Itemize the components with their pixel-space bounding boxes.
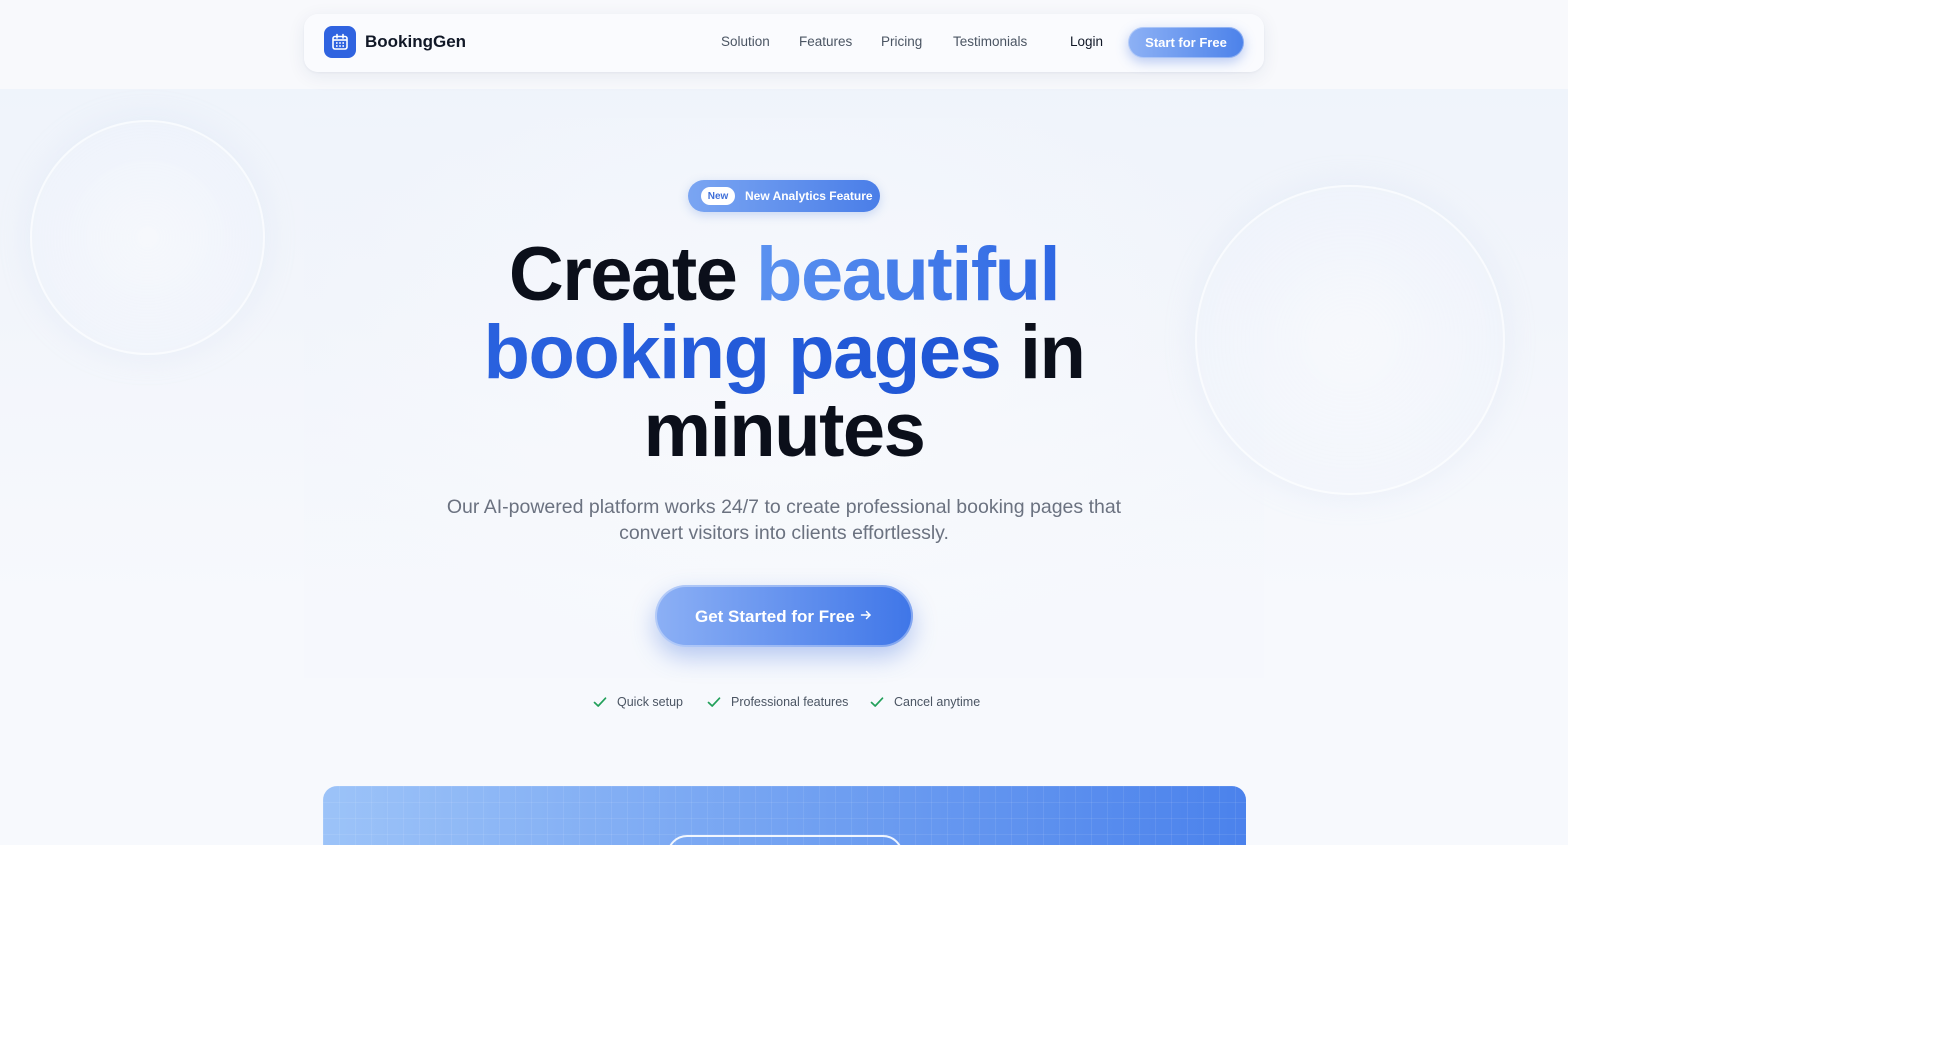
nav-link-solution[interactable]: Solution: [721, 34, 770, 49]
nav-link-testimonials[interactable]: Testimonials: [953, 34, 1027, 49]
hero-subtitle: Our AI-powered platform works 24/7 to cr…: [446, 496, 1122, 544]
check-label: Cancel anytime: [894, 695, 981, 709]
get-started-button[interactable]: Get Started for Free: [655, 585, 913, 647]
headline-highlight-2: booking pages: [483, 310, 1002, 395]
calendar-icon[interactable]: [324, 26, 356, 58]
check-label: Professional features: [731, 695, 849, 709]
headline-highlight-1: beautiful: [756, 232, 1061, 317]
nav-link-features[interactable]: Features: [799, 34, 852, 49]
feature-check-quick-setup: Quick setup: [592, 694, 683, 710]
get-started-label: Get Started for Free: [695, 607, 855, 626]
decorative-circle-right: [1195, 185, 1505, 495]
landing-page: BookingGen Solution Features Pricing Tes…: [0, 0, 1568, 845]
check-icon: [707, 697, 721, 707]
preview-pill-outline: [667, 835, 903, 845]
headline-part-1: Create: [508, 232, 757, 317]
decorative-circle-left: [30, 120, 265, 355]
nav-link-pricing[interactable]: Pricing: [881, 34, 922, 49]
announcement-badge[interactable]: New New Analytics Feature: [688, 180, 880, 212]
product-preview-panel: [323, 786, 1246, 845]
new-tag: New: [701, 187, 735, 205]
check-label: Quick setup: [617, 695, 684, 709]
feature-check-professional: Professional features: [706, 694, 848, 710]
brand-name[interactable]: BookingGen: [365, 32, 466, 52]
check-icon: [870, 697, 884, 707]
hero-headline: Create beautiful booking pages in minute…: [384, 236, 1184, 470]
headline-part-3: minutes: [643, 388, 926, 473]
navbar: BookingGen Solution Features Pricing Tes…: [304, 14, 1264, 72]
check-icon: [593, 697, 607, 707]
headline-part-2: in: [1000, 310, 1086, 395]
arrow-right-icon: [860, 608, 872, 624]
feature-check-cancel: Cancel anytime: [869, 694, 980, 710]
badge-text: New Analytics Feature: [745, 189, 873, 203]
login-link[interactable]: Login: [1070, 34, 1103, 49]
start-for-free-button[interactable]: Start for Free: [1128, 27, 1244, 58]
